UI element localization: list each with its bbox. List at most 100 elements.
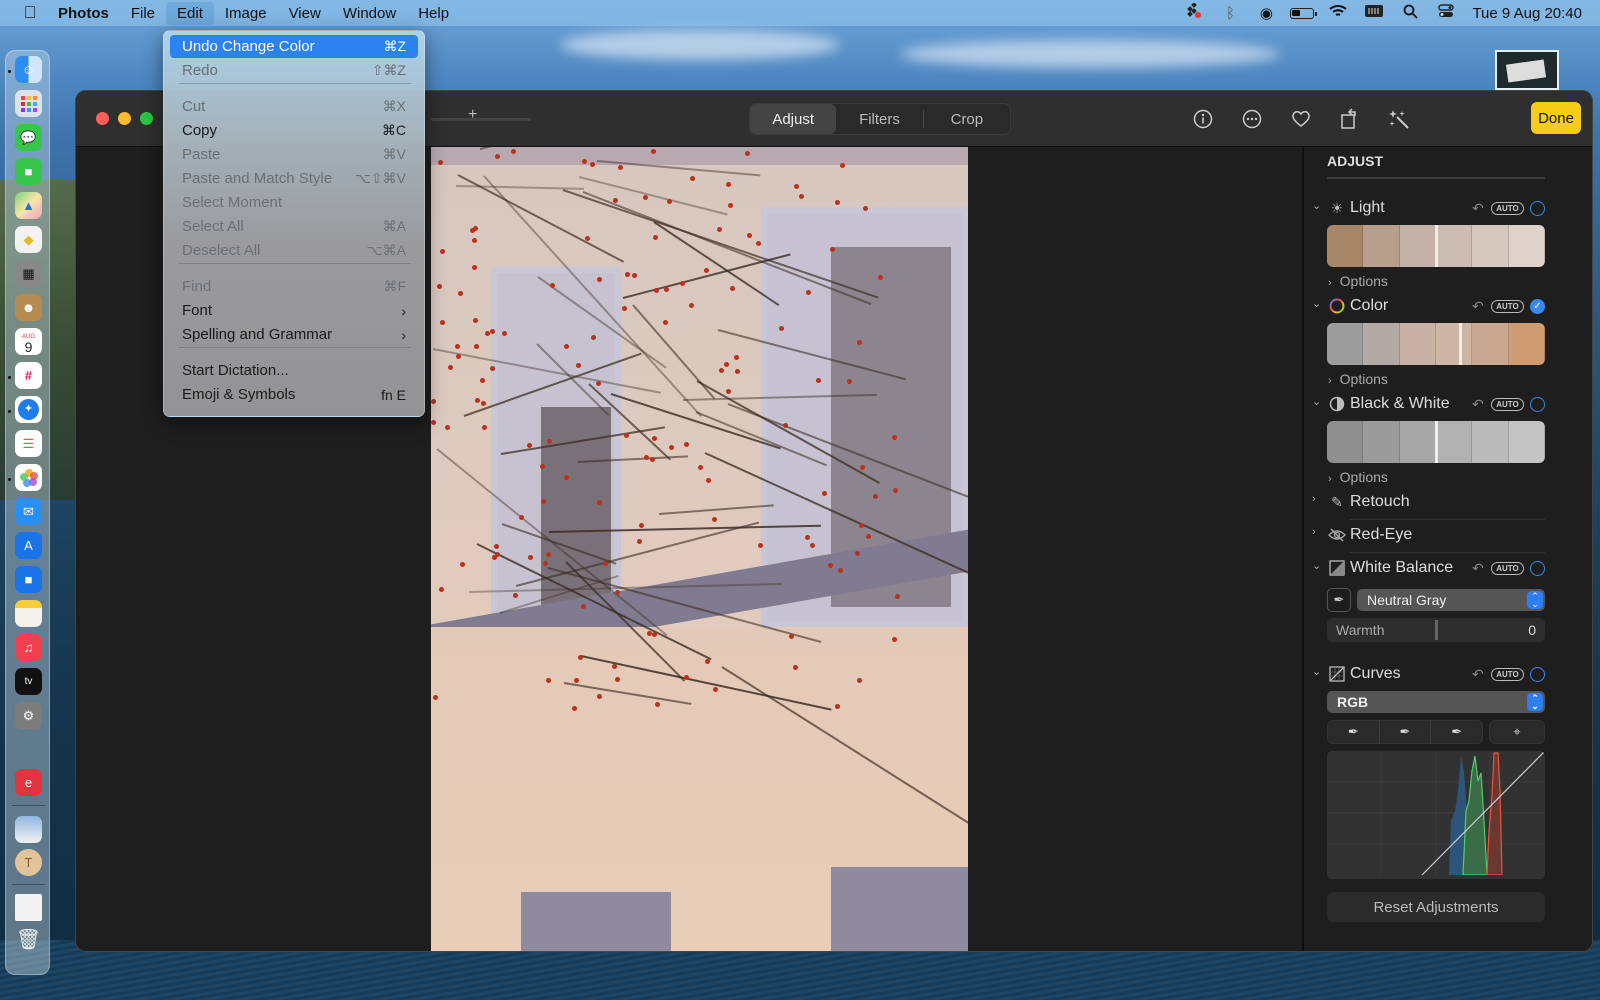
calculator-icon[interactable]: ▦ bbox=[15, 260, 42, 287]
zoom-app-icon[interactable]: ■ bbox=[15, 566, 42, 593]
light-options[interactable]: › Options bbox=[1328, 273, 1388, 289]
preview-icon[interactable] bbox=[15, 816, 42, 843]
minimize-window-button[interactable] bbox=[118, 112, 131, 125]
bw-thumbnail-slider[interactable] bbox=[1327, 421, 1545, 463]
enable-toggle[interactable] bbox=[1530, 561, 1545, 576]
reset-adjustments-button[interactable]: Reset Adjustments bbox=[1327, 892, 1545, 922]
launchpad-icon[interactable] bbox=[15, 90, 42, 117]
slack-icon[interactable]: # bbox=[15, 362, 42, 389]
auto-button[interactable]: AUTO bbox=[1491, 398, 1524, 411]
white-balance-mode-select[interactable]: Neutral Gray ⌃ ⌄ bbox=[1357, 589, 1545, 611]
menu-item-font[interactable]: Font › bbox=[170, 299, 418, 322]
expressvpn-icon[interactable]: e bbox=[15, 769, 42, 796]
menu-window[interactable]: Window bbox=[332, 2, 407, 25]
notes-icon[interactable] bbox=[15, 600, 42, 627]
revert-icon[interactable]: ↶ bbox=[1472, 666, 1484, 683]
light-thumbnail-slider[interactable] bbox=[1327, 225, 1545, 267]
bluetooth-icon[interactable]: ᛒ bbox=[1212, 5, 1248, 22]
reminders-icon[interactable]: ☰ bbox=[15, 430, 42, 457]
menu-help[interactable]: Help bbox=[407, 2, 460, 25]
favorite-heart-icon[interactable] bbox=[1290, 108, 1312, 130]
menu-app-name[interactable]: Photos bbox=[58, 2, 120, 25]
menu-item-emoji-symbols[interactable]: Emoji & Symbols fn E bbox=[170, 383, 418, 406]
menu-item-copy[interactable]: Copy ⌘C bbox=[170, 119, 418, 142]
color-thumbnail-slider[interactable] bbox=[1327, 323, 1545, 365]
tab-adjust[interactable]: Adjust bbox=[750, 104, 837, 134]
enable-toggle[interactable] bbox=[1530, 667, 1545, 682]
curves-histogram[interactable] bbox=[1327, 751, 1545, 879]
zoom-slider[interactable] bbox=[431, 118, 531, 121]
clock[interactable]: Tue 9 Aug 20:40 bbox=[1464, 5, 1600, 22]
black-point-eyedropper-icon[interactable]: ✒ bbox=[1328, 721, 1380, 743]
revert-icon[interactable]: ↶ bbox=[1472, 396, 1484, 413]
add-point-crosshair-icon[interactable]: ⌖ bbox=[1489, 720, 1545, 744]
apple-menu-icon[interactable]:  bbox=[20, 3, 40, 23]
messages-icon[interactable]: 💬 bbox=[15, 124, 42, 151]
contacts-icon[interactable]: ☻ bbox=[15, 294, 42, 321]
chevron-right-icon[interactable]: › bbox=[1312, 493, 1324, 505]
revert-icon[interactable]: ↶ bbox=[1472, 560, 1484, 577]
close-window-button[interactable] bbox=[96, 112, 109, 125]
grapher-app-icon[interactable]: T bbox=[15, 849, 42, 876]
menu-view[interactable]: View bbox=[278, 2, 332, 25]
auto-button[interactable]: AUTO bbox=[1491, 562, 1524, 575]
enable-toggle[interactable] bbox=[1530, 397, 1545, 412]
calendar-icon[interactable]: AUG 9 bbox=[15, 328, 42, 355]
menu-edit[interactable]: Edit bbox=[166, 1, 214, 25]
revert-icon[interactable]: ↶ bbox=[1472, 298, 1484, 315]
chevron-right-icon[interactable]: › bbox=[1312, 526, 1324, 538]
system-preferences-icon[interactable]: ⚙ bbox=[15, 702, 42, 729]
slider-handle[interactable] bbox=[1435, 620, 1438, 640]
curves-channel-select[interactable]: RGB ⌃ ⌄ bbox=[1327, 691, 1545, 713]
enable-toggle-checked[interactable]: ✓ bbox=[1530, 299, 1545, 314]
menu-item-start-dictation[interactable]: Start Dictation... bbox=[170, 359, 418, 382]
keyboard-icon[interactable] bbox=[1356, 4, 1392, 22]
more-options-icon[interactable] bbox=[1241, 108, 1263, 130]
gray-point-eyedropper-icon[interactable]: ✒ bbox=[1380, 721, 1432, 743]
menu-image[interactable]: Image bbox=[214, 2, 278, 25]
shortcuts-app-icon[interactable]: ◆ bbox=[15, 226, 42, 253]
auto-enhance-wand-icon[interactable] bbox=[1388, 108, 1410, 130]
tab-filters[interactable]: Filters bbox=[836, 104, 922, 134]
menu-item-spelling-and-grammar[interactable]: Spelling and Grammar › bbox=[170, 323, 418, 346]
auto-button[interactable]: AUTO bbox=[1491, 300, 1524, 313]
enable-toggle[interactable] bbox=[1530, 201, 1545, 216]
battery-icon[interactable] bbox=[1284, 5, 1320, 22]
chevron-down-icon[interactable]: ⌄ bbox=[1312, 199, 1324, 212]
warmth-slider[interactable]: Warmth 0 bbox=[1327, 618, 1545, 642]
downloads-stack-icon[interactable] bbox=[15, 894, 42, 921]
app-store-icon[interactable]: A bbox=[15, 532, 42, 559]
photos-icon[interactable] bbox=[15, 464, 42, 491]
auto-button[interactable]: AUTO bbox=[1491, 668, 1524, 681]
done-button[interactable]: Done bbox=[1531, 102, 1581, 134]
safari-icon[interactable]: ✦ bbox=[15, 396, 42, 423]
trash-icon[interactable]: 🗑 bbox=[15, 926, 42, 953]
menu-item-undo-change-color[interactable]: Undo Change Color ⌘Z bbox=[170, 35, 418, 58]
white-point-eyedropper-icon[interactable]: ✒ bbox=[1431, 721, 1482, 743]
spotlight-search-icon[interactable] bbox=[1392, 4, 1428, 23]
desktop-file-thumbnail[interactable] bbox=[1495, 50, 1559, 90]
menu-file[interactable]: File bbox=[120, 2, 166, 25]
apple-tv-icon[interactable]: tv bbox=[15, 668, 42, 695]
maps-icon[interactable]: ▲ bbox=[15, 192, 42, 219]
mail-icon[interactable]: ✉ bbox=[15, 498, 42, 525]
chevron-down-icon[interactable]: ⌄ bbox=[1312, 665, 1324, 678]
auto-button[interactable]: AUTO bbox=[1491, 202, 1524, 215]
photo-canvas[interactable] bbox=[431, 147, 968, 951]
zoom-in-icon[interactable]: + bbox=[468, 106, 477, 124]
chevron-down-icon[interactable]: ⌄ bbox=[1312, 395, 1324, 408]
chevron-down-icon[interactable]: ⌄ bbox=[1312, 297, 1324, 310]
chevron-down-icon[interactable]: ⌄ bbox=[1312, 559, 1324, 572]
facetime-icon[interactable]: ■ bbox=[15, 158, 42, 185]
tab-crop[interactable]: Crop bbox=[924, 104, 1010, 134]
info-icon[interactable] bbox=[1192, 108, 1214, 130]
music-icon[interactable]: ♫ bbox=[15, 634, 42, 661]
dropbox-icon[interactable] bbox=[1176, 2, 1212, 23]
rotate-icon[interactable] bbox=[1339, 108, 1361, 130]
eyedropper-icon[interactable]: ✒ bbox=[1327, 588, 1351, 612]
finder-icon[interactable]: ☺ bbox=[15, 56, 42, 83]
user-icon[interactable]: ◉ bbox=[1248, 4, 1284, 22]
control-center-icon[interactable] bbox=[1428, 4, 1464, 22]
bw-options[interactable]: › Options bbox=[1328, 469, 1388, 485]
color-options[interactable]: › Options bbox=[1328, 371, 1388, 387]
